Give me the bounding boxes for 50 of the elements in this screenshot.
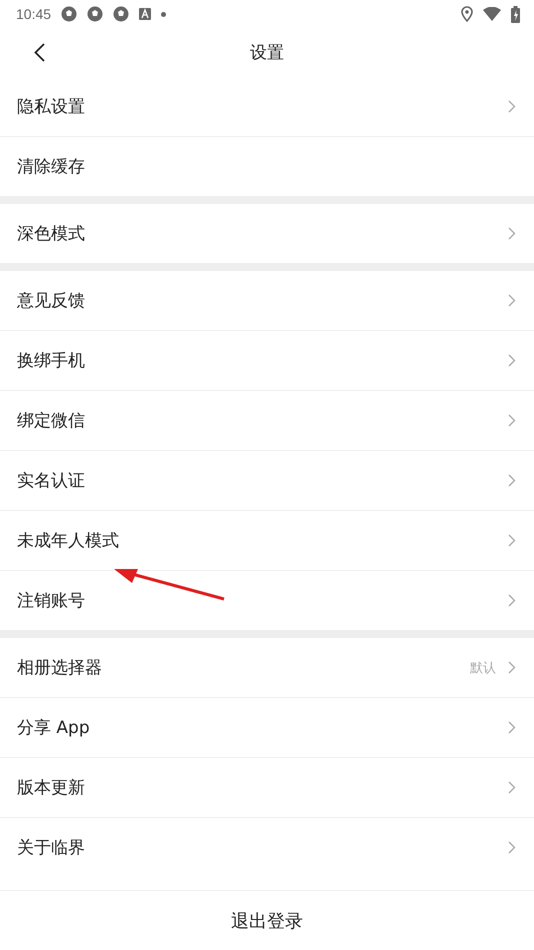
row-label: 绑定微信 — [17, 410, 85, 432]
row-label: 相册选择器 — [17, 657, 102, 679]
settings-row[interactable]: 绑定微信 — [0, 391, 534, 451]
settings-row[interactable]: 意见反馈 — [0, 271, 534, 331]
row-label: 版本更新 — [17, 777, 85, 799]
chevron-icon — [508, 841, 516, 854]
chevron-icon — [508, 781, 516, 794]
keyboard-icon — [139, 8, 152, 20]
row-label: 意见反馈 — [17, 290, 85, 312]
row-label: 深色模式 — [17, 223, 85, 245]
row-label: 清除缓存 — [17, 156, 85, 178]
dot-icon — [161, 12, 166, 16]
chevron-icon — [508, 721, 516, 734]
row-label: 隐私设置 — [17, 96, 85, 118]
row-value: 默认 — [470, 660, 496, 676]
row-label: 实名认证 — [17, 470, 85, 492]
row-label: 注销账号 — [17, 590, 85, 612]
chevron-icon — [508, 354, 516, 367]
chevron-icon — [508, 294, 516, 307]
settings-row[interactable]: 隐私设置 — [0, 77, 534, 137]
back-icon[interactable] — [34, 43, 45, 62]
settings-row[interactable]: 注销账号 — [0, 571, 534, 630]
page-title: 设置 — [250, 42, 284, 64]
settings-row[interactable]: 版本更新 — [0, 758, 534, 818]
settings-row[interactable]: 换绑手机 — [0, 331, 534, 391]
aperture-icon — [87, 6, 104, 22]
settings-row[interactable]: 清除缓存 — [0, 137, 534, 196]
chevron-icon — [508, 474, 516, 487]
chevron-icon — [508, 100, 516, 113]
status-time: 10:45 — [16, 6, 52, 22]
logout-button[interactable]: 退出登录 — [223, 904, 311, 936]
settings-row[interactable]: 关于临界 — [0, 818, 534, 877]
row-label: 关于临界 — [17, 837, 85, 859]
settings-row[interactable]: 深色模式 — [0, 204, 534, 263]
chevron-icon — [508, 227, 516, 240]
chevron-icon — [508, 414, 516, 427]
row-label: 分享 App — [17, 717, 90, 739]
settings-row[interactable]: 分享 App — [0, 698, 534, 758]
battery-icon — [511, 6, 520, 22]
row-label: 换绑手机 — [17, 350, 85, 372]
aperture-icon — [113, 6, 130, 22]
wifi-icon — [483, 7, 501, 21]
aperture-icon — [61, 6, 78, 22]
row-label: 未成年人模式 — [17, 530, 119, 552]
location-icon — [461, 6, 473, 22]
chevron-icon — [508, 661, 516, 674]
chevron-icon — [508, 594, 516, 607]
settings-row[interactable]: 实名认证 — [0, 451, 534, 511]
settings-row[interactable]: 相册选择器 默认 — [0, 638, 534, 698]
chevron-icon — [508, 534, 516, 547]
